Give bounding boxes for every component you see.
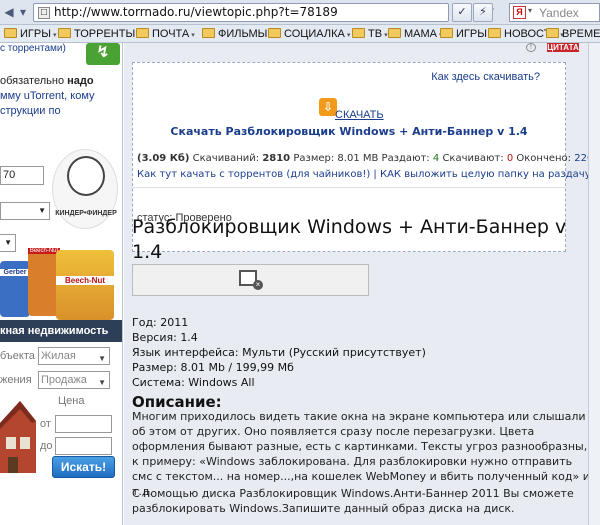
site-favicon-icon: ☐: [38, 7, 50, 19]
folder-icon: [202, 28, 215, 38]
folder-icon: [58, 28, 71, 38]
left-sidebar: с торрентами) ↯ обязательно надо мму uTo…: [0, 43, 123, 525]
spec-year: Год: 2011: [132, 316, 189, 329]
utorrent-link[interactable]: мму uTorrent, кому: [0, 90, 95, 102]
torrent-icon[interactable]: ↯: [86, 43, 120, 65]
spec-language: Язык интерфейса: Мульти (Русский присутс…: [132, 346, 426, 359]
folder-icon: [440, 28, 453, 38]
torrent-stats: (3.09 Кб) Скачиваний: 2810 Размер: 8.01 …: [137, 153, 600, 164]
ad-select-2[interactable]: ▼: [0, 234, 16, 252]
search-placeholder[interactable]: Yandex: [539, 6, 579, 20]
quote-button[interactable]: ЦИТАТА: [547, 43, 579, 52]
ad-select[interactable]: ▼: [0, 202, 50, 220]
folder-icon: [388, 28, 401, 38]
bookmark-folder[interactable]: МАМА▾: [388, 27, 443, 41]
deal-type-label: жения: [0, 374, 32, 386]
price-from-input[interactable]: [55, 415, 112, 433]
forward-icon[interactable]: ▾: [16, 4, 30, 20]
back-icon[interactable]: ◀: [2, 4, 16, 20]
bookmarks-bar: ИГРЫ▾ ТОРРЕНТЫ▾ ПОЧТА▾ ФИЛЬМЫ▾ СОЦИАЛКА▾…: [0, 25, 600, 43]
baby-face-icon: [67, 156, 105, 196]
folder-icon: [546, 28, 559, 38]
broken-image-icon: ×: [253, 280, 263, 290]
kinder-finder-logo: КИНДЕР•ФИНДЕР: [52, 149, 118, 229]
spec-system: Система: Windows All: [132, 376, 255, 389]
folder-icon: [488, 28, 501, 38]
url-text[interactable]: http://www.torrnado.ru/viewtopic.php?t=7…: [54, 5, 338, 19]
folder-icon: [136, 28, 149, 38]
price-to-label: до: [40, 440, 53, 452]
how-to-download-link[interactable]: Как здесь скачивать?: [431, 71, 540, 83]
report-icon[interactable]: !: [526, 43, 536, 52]
realty-search-button[interactable]: Искать!: [52, 456, 115, 478]
pocket-icon[interactable]: ✓: [452, 3, 472, 22]
download-link[interactable]: СКАЧАТЬ: [335, 109, 384, 121]
spec-size: Размер: 8.01 Mb / 199,99 Мб: [132, 361, 294, 374]
lightning-icon[interactable]: ⚡: [473, 3, 493, 22]
utorrent-notice: обязательно надо мму uTorrent, кому стру…: [0, 75, 95, 117]
bookmark-folder[interactable]: ФИЛЬМЫ▾: [202, 27, 273, 41]
description-paragraph: С помощью диска Разблокировщик Windows.А…: [132, 487, 574, 515]
realty-widget-title: кная недвижимость: [0, 320, 122, 342]
page-scrollbar[interactable]: [588, 43, 600, 525]
ad-input[interactable]: 70: [0, 166, 44, 185]
bookmark-folder[interactable]: ИГРЫ▾: [4, 27, 56, 41]
bookmark-folder[interactable]: СОЦИАЛКА ▾: [268, 27, 350, 41]
price-to-input[interactable]: [55, 437, 112, 455]
divider: [133, 187, 565, 188]
search-engine-chevron-icon[interactable]: ▾: [528, 6, 532, 15]
help-links[interactable]: Как тут качать с торрентов (для чайников…: [137, 169, 596, 180]
price-label: Цена: [58, 395, 85, 407]
bookmark-folder[interactable]: ИГРЫ▾: [440, 27, 492, 41]
price-from-label: от: [40, 418, 51, 430]
house-icon: [0, 401, 36, 473]
sidebar-top-link[interactable]: с торрентами): [0, 43, 66, 54]
post-title: Разблокировщик Windows + Анти-Баннер v 1…: [132, 216, 567, 263]
deal-type-select[interactable]: Продажа ▼: [38, 371, 110, 389]
yandex-icon: Я: [513, 6, 526, 19]
bookmark-folder[interactable]: ПОЧТА ▾: [136, 27, 195, 41]
search-box[interactable]: Я ▾ Yandex: [509, 3, 600, 22]
address-bar[interactable]: ☐ http://www.torrnado.ru/viewtopic.php?t…: [33, 3, 449, 22]
object-type-label: бъекта: [0, 350, 35, 362]
browser-toolbar: ◀ ▾ ☐ http://www.torrnado.ru/viewtopic.p…: [0, 0, 600, 25]
folder-icon: [4, 28, 17, 38]
folder-icon: [352, 28, 365, 38]
folder-icon: [268, 28, 281, 38]
instructions-link[interactable]: струкции по: [0, 105, 61, 117]
bookmark-folder[interactable]: ТВ ▾: [352, 27, 388, 41]
gerber-jar: Gerber: [0, 261, 30, 317]
beechnut-jar-large: Beech-Nut: [56, 250, 114, 320]
object-type-select[interactable]: Жилая ▼: [38, 347, 110, 365]
post-body: ! ЦИТАТА Как здесь скачивать? ⇩ СКАЧАТЬ …: [124, 43, 600, 525]
bookmark-folder[interactable]: ТОРРЕНТЫ▾: [58, 27, 141, 41]
spec-version: Версия: 1.4: [132, 331, 198, 344]
bookmark-folder[interactable]: ВРЕМЕНН: [546, 27, 600, 41]
broken-image: ×: [132, 264, 369, 296]
download-title-link[interactable]: Скачать Разблокировщик Windows + Анти-Ба…: [133, 125, 565, 138]
